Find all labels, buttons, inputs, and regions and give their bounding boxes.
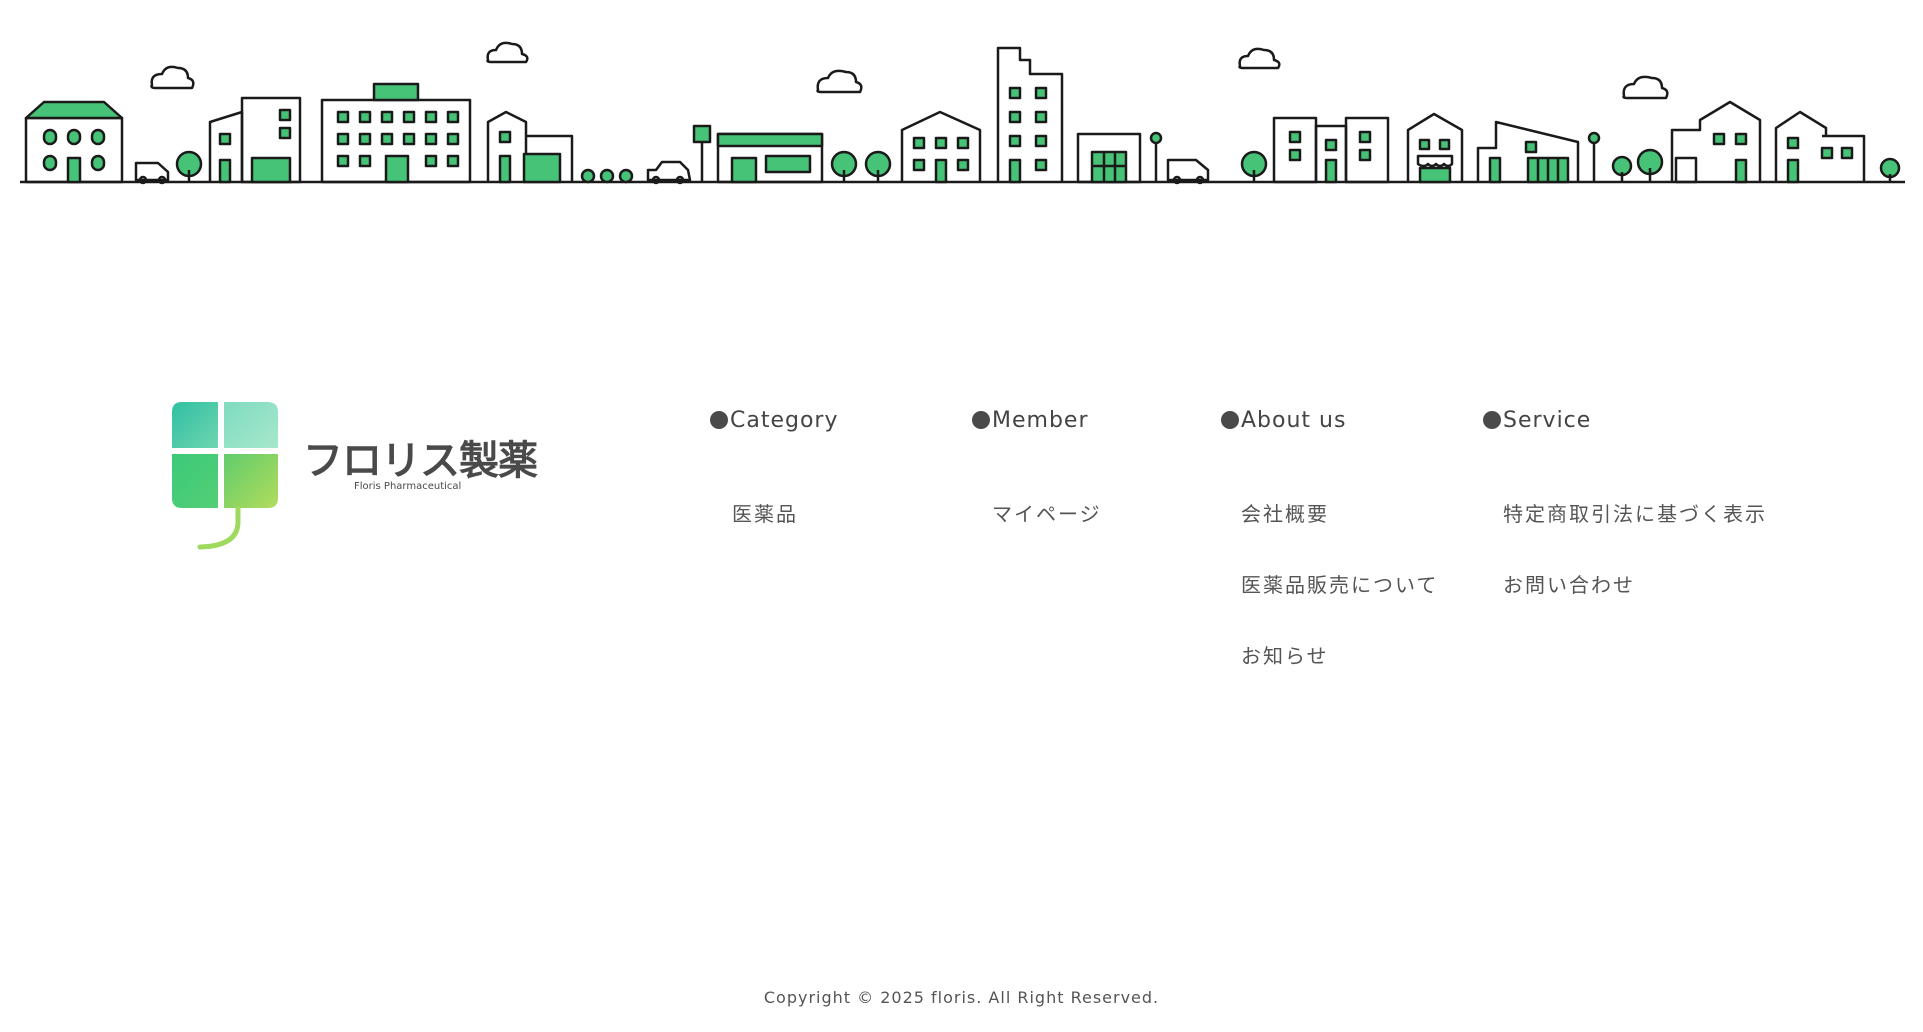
heading-label: Category xyxy=(730,407,839,433)
bullet-dot-icon xyxy=(710,411,728,429)
footer-column-service: Service 特定商取引法に基づく表示 お問い合わせ xyxy=(1483,405,1765,597)
column-heading: Member xyxy=(972,405,1089,435)
column-heading: Category xyxy=(710,405,839,435)
heading-label: Service xyxy=(1503,407,1592,433)
footer-column-about: About us 会社概要 医薬品販売について お知らせ xyxy=(1221,405,1436,668)
link-contact[interactable]: お問い合わせ xyxy=(1503,569,1767,640)
link-list: 医薬品 xyxy=(732,498,798,569)
link-list: 特定商取引法に基づく表示 お問い合わせ xyxy=(1503,498,1767,640)
footer-column-member: Member マイページ xyxy=(972,405,1100,526)
logo-wordmark[interactable]: フロリス製薬 xyxy=(303,428,538,486)
footer-page: フロリス製薬 Floris Pharmaceutical Category 医薬… xyxy=(0,0,1923,1032)
copyright-text: Copyright © 2025 floris. All Right Reser… xyxy=(763,988,1160,1007)
column-heading: About us xyxy=(1221,405,1346,435)
heading-label: Member xyxy=(992,407,1089,433)
bullet-dot-icon xyxy=(1483,411,1501,429)
footer-column-category: Category 医薬品 xyxy=(710,405,839,526)
link-legal-notice[interactable]: 特定商取引法に基づく表示 xyxy=(1503,498,1767,569)
city-skyline-illustration xyxy=(20,41,1905,185)
bullet-dot-icon xyxy=(972,411,990,429)
logo-subtitle: Floris Pharmaceutical xyxy=(354,481,462,492)
link-list: 会社概要 医薬品販売について お知らせ xyxy=(1241,498,1438,711)
link-pharmaceuticals[interactable]: 医薬品 xyxy=(732,498,798,569)
link-pharma-sales[interactable]: 医薬品販売について xyxy=(1241,569,1438,640)
column-heading: Service xyxy=(1483,405,1591,435)
link-list: マイページ xyxy=(992,498,1102,569)
link-mypage[interactable]: マイページ xyxy=(992,498,1102,569)
heading-label: About us xyxy=(1241,407,1347,433)
link-news[interactable]: お知らせ xyxy=(1241,640,1438,711)
bullet-dot-icon xyxy=(1221,411,1239,429)
link-company-profile[interactable]: 会社概要 xyxy=(1241,498,1438,569)
